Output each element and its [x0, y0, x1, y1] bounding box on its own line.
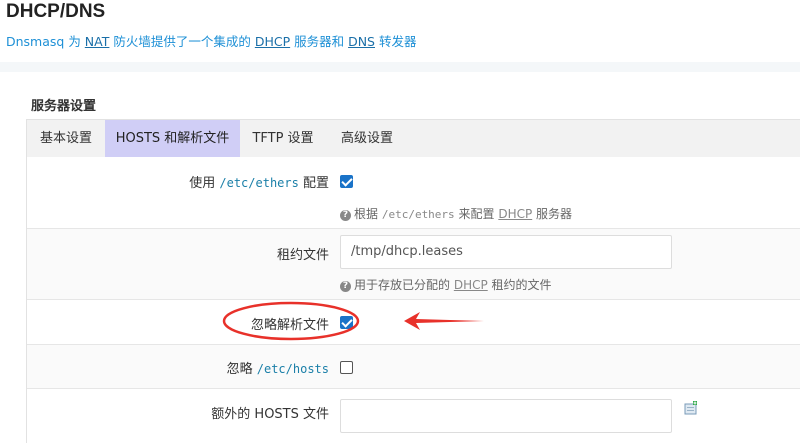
ignore-hosts-label: 忽略 /etc/hosts — [227, 358, 329, 377]
dhcp-abbr: DHCP — [453, 278, 488, 292]
tab-advanced-settings[interactable]: 高级设置 — [326, 120, 408, 157]
help-text: 来配置 — [454, 207, 499, 221]
ignore-hosts-checkbox[interactable] — [340, 361, 353, 374]
dhcp-abbr: DHCP — [254, 34, 291, 49]
use-ethers-checkbox[interactable] — [340, 175, 353, 188]
desc-text: 防火墙提供了一个集成的 — [109, 34, 255, 49]
row-ignore-hosts: 忽略 /etc/hosts — [27, 345, 800, 389]
help-icon: ? — [340, 281, 351, 292]
label-code: /etc/ethers — [219, 176, 299, 190]
desc-text: 转发器 — [375, 34, 417, 49]
extra-hosts-label: 额外的 HOSTS 文件 — [211, 407, 329, 422]
header-divider — [0, 62, 800, 72]
row-lease-file: 租约文件 /tmp/dhcp.leases ? 用于存放已分配的 DHCP 租约的… — [27, 229, 800, 300]
label-text: 忽略 — [226, 362, 257, 377]
help-code: /etc/ethers — [381, 208, 455, 221]
use-ethers-label: 使用 /etc/ethers 配置 — [189, 172, 329, 191]
ignore-resolv-label: 忽略解析文件 — [250, 318, 329, 333]
use-ethers-help: ? 根据 /etc/ethers 来配置 DHCP 服务器 — [340, 205, 572, 222]
desc-text: 服务器和 — [290, 34, 349, 49]
tab-hosts-resolv[interactable]: HOSTS 和解析文件 — [105, 120, 240, 157]
row-use-ethers: 使用 /etc/ethers 配置 ? 根据 /etc/ethers 来配置 DH… — [27, 157, 800, 229]
help-text: 用于存放已分配的 — [354, 278, 454, 292]
dns-abbr: DNS — [348, 34, 375, 49]
lease-file-label: 租约文件 — [276, 248, 329, 263]
help-text: 租约的文件 — [487, 278, 552, 292]
extra-hosts-input[interactable] — [340, 399, 672, 433]
row-ignore-resolv: 忽略解析文件 — [27, 300, 800, 345]
tab-basic-settings[interactable]: 基本设置 — [27, 120, 105, 157]
tab-tftp-settings[interactable]: TFTP 设置 — [240, 120, 326, 157]
dhcp-abbr: DHCP — [498, 207, 533, 221]
label-text: 使用 — [189, 176, 220, 191]
add-file-icon[interactable] — [684, 401, 698, 415]
lease-file-help: ? 用于存放已分配的 DHCP 租约的文件 — [340, 276, 552, 293]
help-text: 服务器 — [532, 207, 573, 221]
help-icon: ? — [340, 210, 351, 221]
nat-abbr: NAT — [84, 34, 110, 49]
help-text: 根据 — [354, 207, 382, 221]
row-extra-hosts: 额外的 HOSTS 文件 — [27, 389, 800, 443]
section-title: 服务器设置 — [31, 99, 97, 114]
desc-text: Dnsmasq 为 — [6, 34, 85, 49]
label-text: 配置 — [298, 176, 329, 191]
settings-form: 使用 /etc/ethers 配置 ? 根据 /etc/ethers 来配置 DH… — [26, 157, 800, 443]
page-title: DHCP/DNS — [6, 1, 106, 22]
label-code: /etc/hosts — [256, 362, 329, 376]
lease-file-input[interactable]: /tmp/dhcp.leases — [340, 235, 672, 269]
ignore-resolv-checkbox[interactable] — [340, 316, 353, 329]
tab-bar: 基本设置 HOSTS 和解析文件 TFTP 设置 高级设置 — [26, 119, 800, 157]
page-description: Dnsmasq 为 NAT 防火墙提供了一个集成的 DHCP 服务器和 DNS … — [6, 31, 416, 50]
